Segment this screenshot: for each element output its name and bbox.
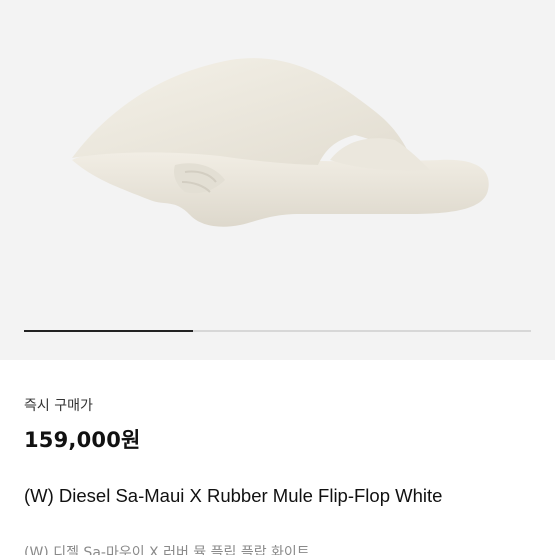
- instant-purchase-price: 159,000원: [24, 428, 141, 452]
- sandal-product-image: [72, 58, 489, 227]
- product-info: 즉시 구매가 159,000원 (W) Diesel Sa-Maui X Rub…: [24, 396, 534, 555]
- carousel-progress-track: [24, 330, 531, 332]
- product-title-korean: (W) 디젤 Sa-마우이 X 러버 뮬 플립 플랍 화이트: [24, 545, 310, 555]
- product-image-carousel[interactable]: [0, 0, 555, 360]
- product-title-english: (W) Diesel Sa-Maui X Rubber Mule Flip-Fl…: [24, 485, 443, 506]
- instant-purchase-label: 즉시 구매가: [24, 398, 93, 414]
- carousel-progress-active: [24, 330, 193, 332]
